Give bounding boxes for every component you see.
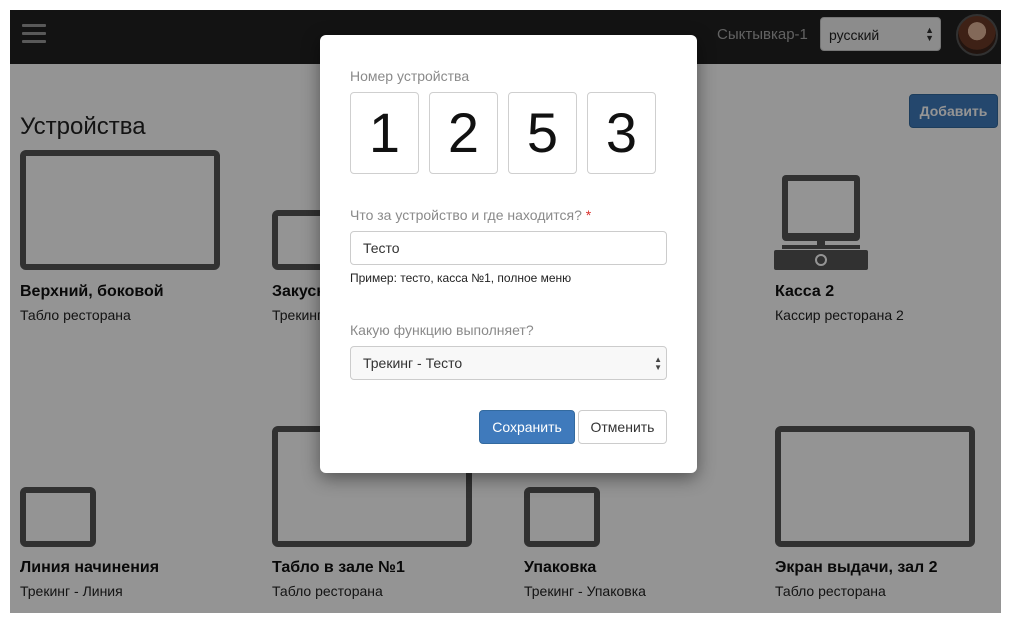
cancel-button[interactable]: Отменить bbox=[578, 410, 667, 444]
device-number-digit[interactable]: 1 bbox=[350, 92, 419, 174]
app-window: Сыктывкар-1 русский ▲ ▼ Устройства Добави… bbox=[10, 10, 1001, 613]
save-button[interactable]: Сохранить bbox=[479, 410, 575, 444]
description-help-text: Пример: тесто, касса №1, полное меню bbox=[350, 271, 572, 285]
select-arrows-icon: ▲ ▼ bbox=[654, 355, 662, 372]
description-label: Что за устройство и где находится? * bbox=[350, 207, 591, 223]
description-label-text: Что за устройство и где находится? bbox=[350, 207, 582, 223]
edit-device-modal: Номер устройства 1 2 5 3 Что за устройст… bbox=[320, 35, 697, 473]
description-input[interactable]: Тесто bbox=[350, 231, 667, 265]
device-number-label: Номер устройства bbox=[350, 68, 470, 84]
function-select[interactable]: Трекинг - Тесто ▲ ▼ bbox=[350, 346, 667, 380]
device-number-digit[interactable]: 3 bbox=[587, 92, 656, 174]
function-label: Какую функцию выполняет? bbox=[350, 322, 534, 338]
required-mark: * bbox=[585, 207, 592, 223]
device-number-digit[interactable]: 2 bbox=[429, 92, 498, 174]
device-number-digit[interactable]: 5 bbox=[508, 92, 577, 174]
function-select-value: Трекинг - Тесто bbox=[363, 355, 463, 371]
